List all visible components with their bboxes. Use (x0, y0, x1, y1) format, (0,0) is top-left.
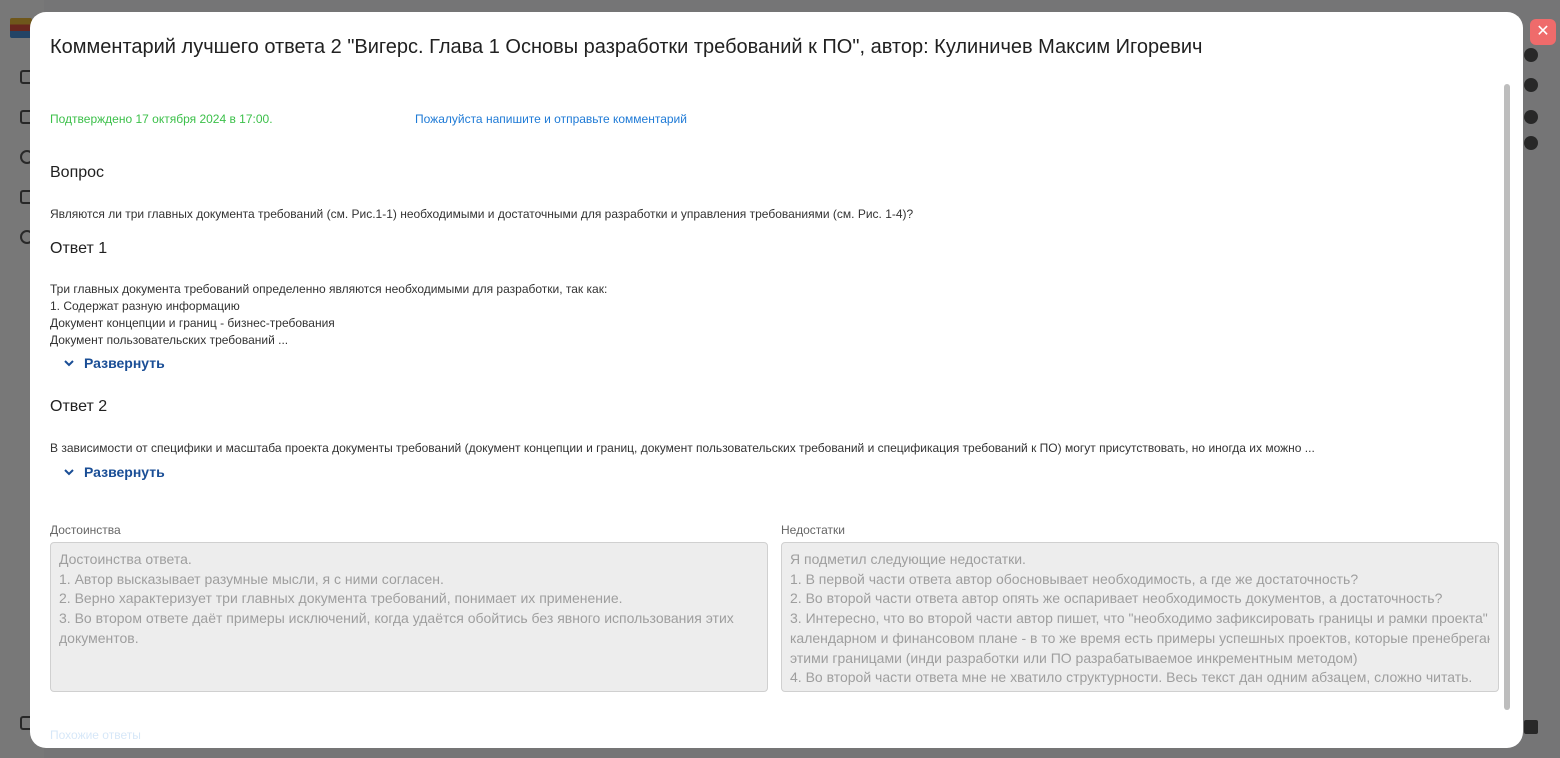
write-comment-link[interactable]: Пожалуйста напишите и отправьте коммента… (415, 112, 687, 126)
chevron-down-icon (64, 469, 74, 476)
scrollbar-thumb[interactable] (1504, 84, 1510, 710)
answer1-line: 1. Содержат разную информацию (50, 299, 240, 313)
advantages-line: Достоинства ответа. (59, 551, 192, 567)
close-icon: ✕ (1536, 23, 1550, 40)
answer1-heading: Ответ 1 (50, 240, 108, 257)
modal-scrollbar[interactable] (1504, 84, 1510, 710)
confirmed-status: Подтверждено 17 октября 2024 в 17:00. (50, 112, 273, 126)
expand-label: Развернуть (84, 464, 165, 480)
disadvantages-line: этими границами (инди разработки или ПО … (790, 649, 1358, 666)
disadvantages-textarea[interactable]: Я подметил следующие недостатки. 1. В пе… (781, 542, 1499, 692)
chevron-down-icon (64, 360, 74, 367)
answer2-heading: Ответ 2 (50, 398, 108, 415)
expand-label: Развернуть (84, 355, 165, 371)
advantages-line: 1. Автор высказывает разумные мысли, я с… (59, 570, 444, 587)
disadvantages-label: Недостатки (781, 523, 845, 537)
answer1-line: Документ концепции и границ - бизнес-тре… (50, 316, 335, 330)
answer1-text: Три главных документа требований определ… (50, 281, 607, 349)
answer1-line: Документ пользовательских требований ... (50, 333, 289, 347)
advantages-line: документов. (59, 629, 139, 646)
close-button[interactable]: ✕ (1530, 19, 1556, 45)
similar-answers-link[interactable]: Похожие ответы (50, 728, 141, 742)
question-text: Являются ли три главных документа требов… (50, 207, 914, 221)
advantages-textarea[interactable]: Достоинства ответа. 1. Автор высказывает… (50, 542, 768, 692)
comment-modal: Комментарий лучшего ответа 2 "Вигерс. Гл… (30, 12, 1523, 748)
disadvantages-line: Я подметил следующие недостатки. (790, 551, 1026, 567)
modal-title: Комментарий лучшего ответа 2 "Вигерс. Гл… (50, 36, 1203, 58)
disadvantages-line: 2. Во второй части ответа автор опять же… (790, 590, 1443, 607)
disadvantages-line: 1. В первой части ответа автор обосновыв… (790, 570, 1359, 587)
disadvantages-line: 3. Интересно, что во второй части автор … (790, 610, 1490, 627)
question-heading: Вопрос (50, 164, 105, 181)
answer2-text: В зависимости от специфики и масштаба пр… (50, 441, 1315, 455)
answer2-expand-button[interactable]: Развернуть (63, 462, 165, 482)
answer1-line: Три главных документа требований определ… (50, 282, 608, 296)
disadvantages-line: 4. Во второй части ответа мне не хватило… (790, 669, 1473, 686)
disadvantages-line: календарном и финансовом плане - в то же… (790, 629, 1490, 646)
advantages-line: 2. Верно характеризует три главных докум… (59, 590, 623, 607)
advantages-label: Достоинства (50, 523, 121, 537)
advantages-line: 3. Во втором ответе даёт примеры исключе… (59, 610, 734, 627)
answer1-expand-button[interactable]: Развернуть (63, 353, 165, 373)
